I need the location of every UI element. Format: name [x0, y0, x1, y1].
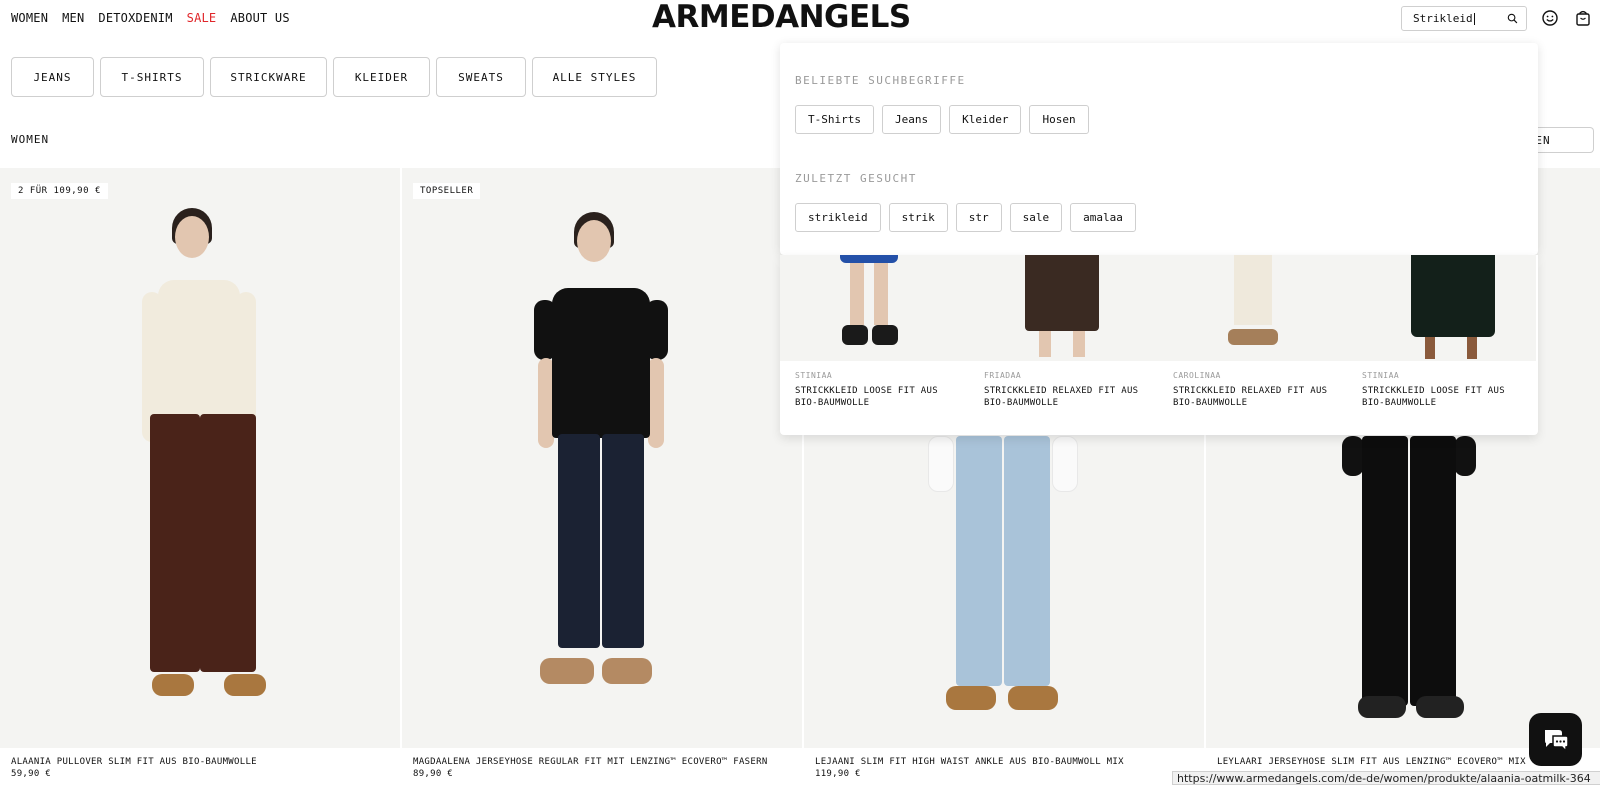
- search-input[interactable]: Strikleid: [1401, 6, 1527, 31]
- main-nav: WOMEN MEN DETOXDENIM SALE ABOUT US: [11, 11, 290, 25]
- suggestion-item[interactable]: STINIAA STRICKKLEID LOOSE FIT AUS BIO-BA…: [1347, 255, 1536, 435]
- suggestion-image: [969, 255, 1158, 361]
- search-chip[interactable]: Kleider: [949, 105, 1022, 134]
- popular-searches-heading: BELIEBTE SUCHBEGRIFFE: [795, 74, 966, 87]
- product-info[interactable]: ALAANIA PULLOVER SLIM FIT AUS BIO-BAUMWO…: [11, 756, 257, 780]
- product-info[interactable]: MAGDAALENA JERSEYHOSE REGULAR FIT MIT LE…: [413, 756, 768, 780]
- search-chip[interactable]: T-Shirts: [795, 105, 874, 134]
- suggestion-item[interactable]: CAROLINAA STRICKKLEID RELAXED FIT AUS BI…: [1158, 255, 1347, 435]
- recent-searches: strikleid strik str sale amalaa: [795, 203, 1136, 232]
- pill-t-shirts[interactable]: T-SHIRTS: [100, 57, 204, 97]
- search-chip[interactable]: Hosen: [1029, 105, 1089, 134]
- cart-icon[interactable]: [1574, 9, 1592, 27]
- product-card[interactable]: TOPSELLER: [402, 168, 802, 748]
- product-badge: 2 FÜR 109,90 €: [11, 183, 108, 199]
- search-dropdown: BELIEBTE SUCHBEGRIFFE T-Shirts Jeans Kle…: [780, 43, 1538, 255]
- pill-jeans[interactable]: JEANS: [11, 57, 94, 97]
- product-info[interactable]: LEJAANI SLIM FIT HIGH WAIST ANKLE AUS BI…: [815, 756, 1124, 780]
- suggestion-image: [1158, 255, 1347, 361]
- product-info[interactable]: LEYLAARI JERSEYHOSE SLIM FIT AUS LENZING…: [1217, 756, 1526, 768]
- search-input-value: Strikleid: [1413, 12, 1473, 25]
- suggestion-item[interactable]: STINIAA STRICKKLEID LOOSE FIT AUS BIO-BA…: [780, 255, 969, 435]
- search-chip[interactable]: amalaa: [1070, 203, 1136, 232]
- chat-button[interactable]: [1529, 713, 1582, 766]
- logo[interactable]: ARMEDANGELS: [652, 0, 911, 34]
- product-name: LEYLAARI JERSEYHOSE SLIM FIT AUS LENZING…: [1217, 757, 1526, 767]
- product-name: LEJAANI SLIM FIT HIGH WAIST ANKLE AUS BI…: [815, 757, 1124, 767]
- search-chip[interactable]: sale: [1009, 203, 1063, 232]
- search-chip[interactable]: strikleid: [795, 203, 881, 232]
- suggestion-brand: STINIAA: [795, 371, 833, 380]
- suggestion-title: STRICKKLEID LOOSE FIT AUS BIO-BAUMWOLLE: [795, 386, 938, 408]
- account-icon[interactable]: [1541, 9, 1559, 27]
- search-chip[interactable]: strik: [888, 203, 948, 232]
- site-header: WOMEN MEN DETOXDENIM SALE ABOUT US ARMED…: [0, 0, 1600, 40]
- suggestion-image: [1347, 255, 1536, 361]
- suggestion-brand: STINIAA: [1362, 371, 1400, 380]
- recent-searches-heading: ZULETZT GESUCHT: [795, 172, 917, 185]
- suggestion-item[interactable]: FRIADAA STRICKKLEID RELAXED FIT AUS BIO-…: [969, 255, 1158, 435]
- nav-sale[interactable]: SALE: [187, 11, 217, 25]
- suggestion-title: STRICKKLEID LOOSE FIT AUS BIO-BAUMWOLLE: [1362, 386, 1505, 408]
- pill-sweats[interactable]: SWEATS: [436, 57, 526, 97]
- product-badge: TOPSELLER: [413, 183, 481, 199]
- suggestion-image: [780, 255, 969, 361]
- search-chip[interactable]: str: [955, 203, 1002, 232]
- nav-men[interactable]: MEN: [62, 11, 84, 25]
- category-pills: JEANS T-SHIRTS STRICKWARE KLEIDER SWEATS…: [11, 57, 657, 97]
- product-price: 59,90 €: [11, 769, 52, 779]
- product-price: 89,90 €: [413, 769, 454, 779]
- status-url: https://www.armedangels.com/de-de/women/…: [1172, 771, 1600, 785]
- suggestion-brand: FRIADAA: [984, 371, 1022, 380]
- suggestion-title: STRICKKLEID RELAXED FIT AUS BIO-BAUMWOLL…: [984, 386, 1139, 408]
- nav-women[interactable]: WOMEN: [11, 11, 48, 25]
- nav-detoxdenim[interactable]: DETOXDENIM: [98, 11, 172, 25]
- product-name: MAGDAALENA JERSEYHOSE REGULAR FIT MIT LE…: [413, 757, 768, 767]
- suggestion-brand: CAROLINAA: [1173, 371, 1221, 380]
- pill-strickware[interactable]: STRICKWARE: [210, 57, 327, 97]
- product-name: ALAANIA PULLOVER SLIM FIT AUS BIO-BAUMWO…: [11, 757, 257, 767]
- product-price: 119,90 €: [815, 769, 861, 779]
- breadcrumb[interactable]: WOMEN: [11, 133, 49, 146]
- search-chip[interactable]: Jeans: [881, 105, 942, 134]
- search-icon[interactable]: [1507, 13, 1518, 24]
- product-card[interactable]: 2 FÜR 109,90 €: [0, 168, 400, 748]
- chat-icon: [1544, 729, 1569, 753]
- suggestion-title: STRICKKLEID RELAXED FIT AUS BIO-BAUMWOLL…: [1173, 386, 1328, 408]
- pill-alle-styles[interactable]: ALLE STYLES: [532, 57, 657, 97]
- popular-searches: T-Shirts Jeans Kleider Hosen: [795, 105, 1089, 134]
- pill-kleider[interactable]: KLEIDER: [333, 57, 430, 97]
- nav-about-us[interactable]: ABOUT US: [230, 11, 289, 25]
- search-suggestions: STINIAA STRICKKLEID LOOSE FIT AUS BIO-BA…: [780, 255, 1538, 435]
